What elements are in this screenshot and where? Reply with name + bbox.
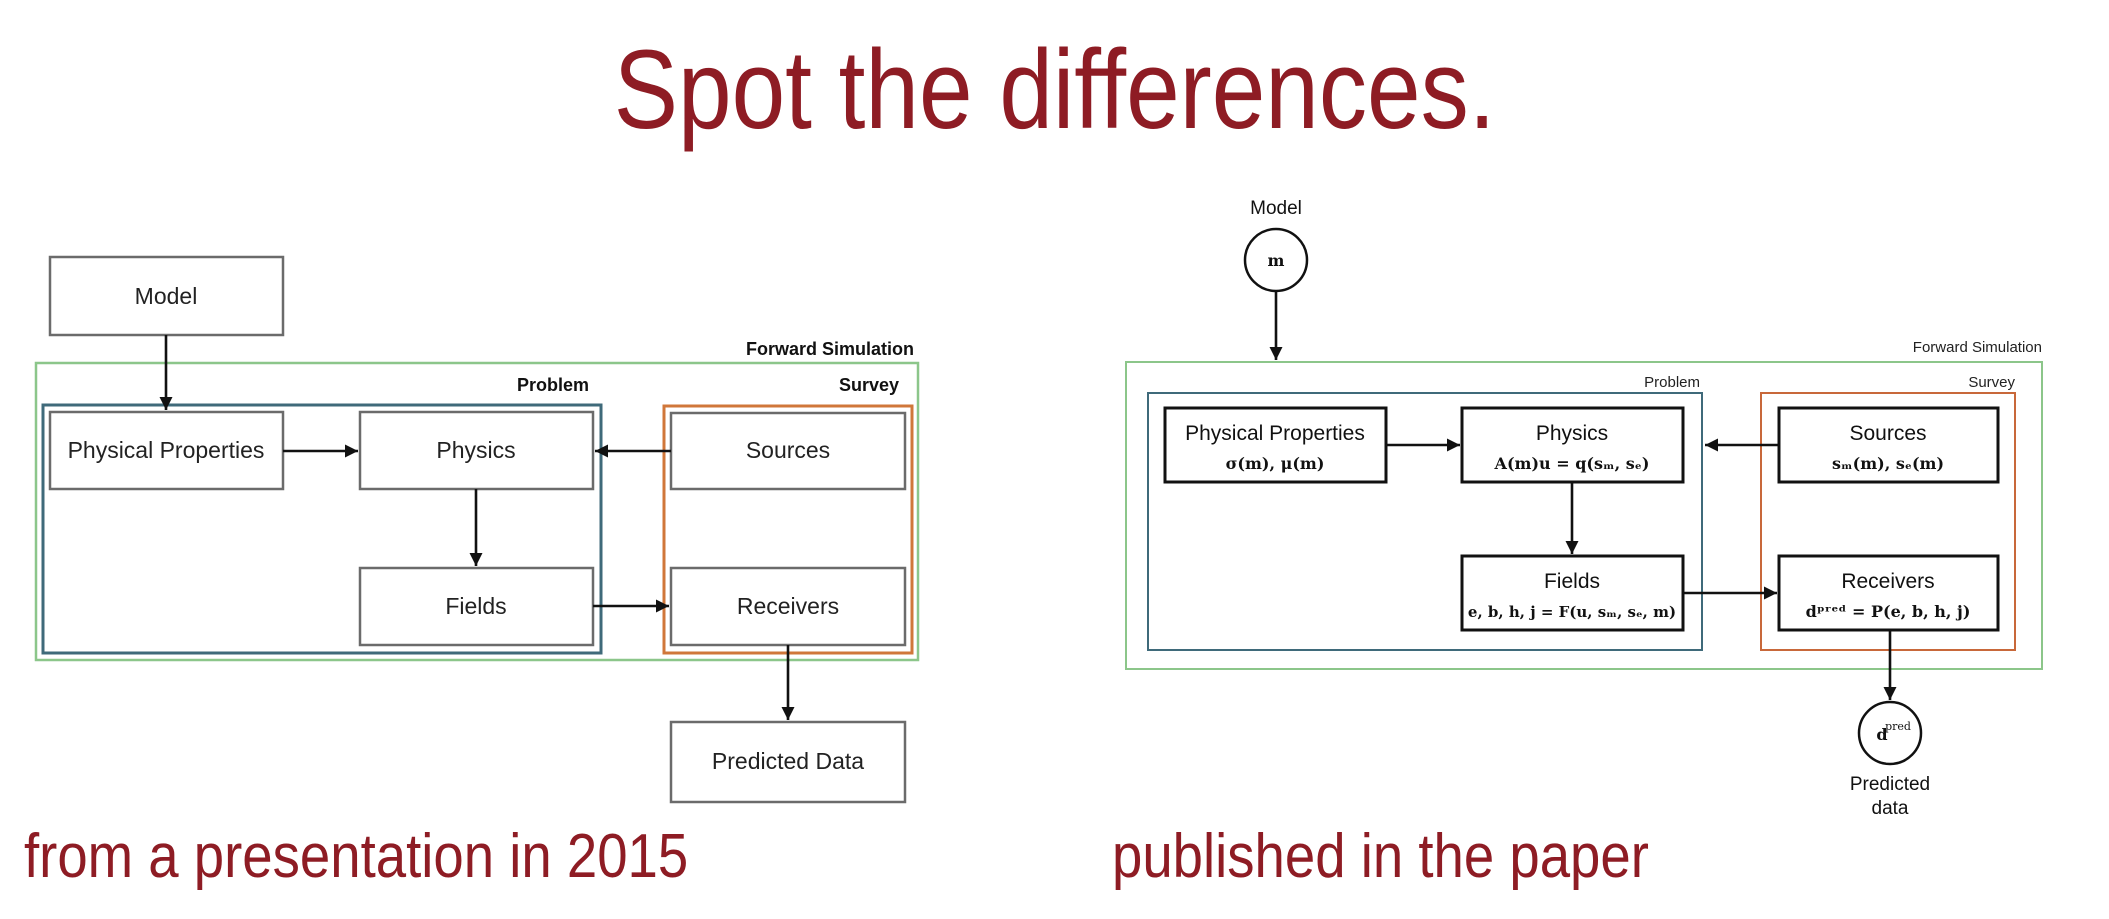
right-receivers-title: Receivers [1841, 570, 1934, 593]
right-physical-properties-equation: σ(m), μ(m) [1226, 454, 1325, 473]
right-model-symbol: m [1268, 251, 1285, 270]
right-fields-equation: e, b, h, j = F(u, sₘ, sₑ, m) [1468, 603, 1676, 621]
right-model-node[interactable]: m [1243, 227, 1309, 293]
right-fields-node[interactable]: Fields e, b, h, j = F(u, sₘ, sₑ, m) [1460, 554, 1685, 632]
right-physical-properties-title: Physical Properties [1185, 422, 1365, 445]
right-diagram: Forward Simulation Problem Survey Model … [1125, 198, 2043, 819]
right-predicted-data-node[interactable]: d pred [1857, 700, 1923, 766]
left-predicted-data-node[interactable]: Predicted Data [669, 720, 907, 804]
left-forward-simulation-label: Forward Simulation [746, 339, 914, 359]
left-physical-properties-label: Physical Properties [68, 437, 265, 463]
right-sources-title: Sources [1849, 422, 1926, 445]
left-fields-label: Fields [445, 593, 506, 619]
right-forward-simulation-label: Forward Simulation [1913, 339, 2042, 356]
left-diagram: Forward Simulation Problem Survey Model … [34, 255, 920, 804]
right-predicted-label-line1: Predicted [1850, 774, 1930, 795]
right-physics-title: Physics [1536, 422, 1608, 445]
right-sources-node[interactable]: Sources sₘ(m), sₑ(m) [1777, 406, 2000, 484]
right-physics-equation: A(m)u = q(sₘ, sₑ) [1494, 454, 1650, 473]
left-sources-label: Sources [746, 437, 830, 463]
left-model-node[interactable]: Model [48, 255, 285, 337]
right-problem-label: Problem [1644, 374, 1700, 391]
left-receivers-node[interactable]: Receivers [669, 566, 907, 647]
diagrams: Forward Simulation Problem Survey Model … [34, 198, 2043, 819]
right-survey-label: Survey [1968, 374, 2015, 391]
left-model-label: Model [135, 283, 198, 309]
left-physics-label: Physics [436, 437, 515, 463]
right-receivers-equation: dᵖʳᵉᵈ = P(e, b, h, j) [1806, 602, 1971, 621]
right-fields-title: Fields [1544, 570, 1600, 593]
right-receivers-node[interactable]: Receivers dᵖʳᵉᵈ = P(e, b, h, j) [1777, 554, 2000, 632]
left-predicted-data-label: Predicted Data [712, 748, 864, 774]
right-model-label: Model [1250, 198, 1302, 219]
left-physics-node[interactable]: Physics [358, 410, 595, 491]
right-predicted-symbol-superscript: pred [1885, 720, 1911, 733]
left-survey-label: Survey [839, 375, 899, 395]
right-physical-properties-node[interactable]: Physical Properties σ(m), μ(m) [1163, 406, 1388, 484]
left-fields-node[interactable]: Fields [358, 566, 595, 647]
left-receivers-label: Receivers [737, 593, 839, 619]
left-sources-node[interactable]: Sources [669, 411, 907, 491]
right-sources-equation: sₘ(m), sₑ(m) [1832, 454, 1944, 473]
left-problem-label: Problem [517, 375, 589, 395]
left-physical-properties-node[interactable]: Physical Properties [48, 410, 285, 491]
right-predicted-label-line2: data [1872, 798, 1909, 819]
right-physics-node[interactable]: Physics A(m)u = q(sₘ, sₑ) [1460, 406, 1685, 484]
